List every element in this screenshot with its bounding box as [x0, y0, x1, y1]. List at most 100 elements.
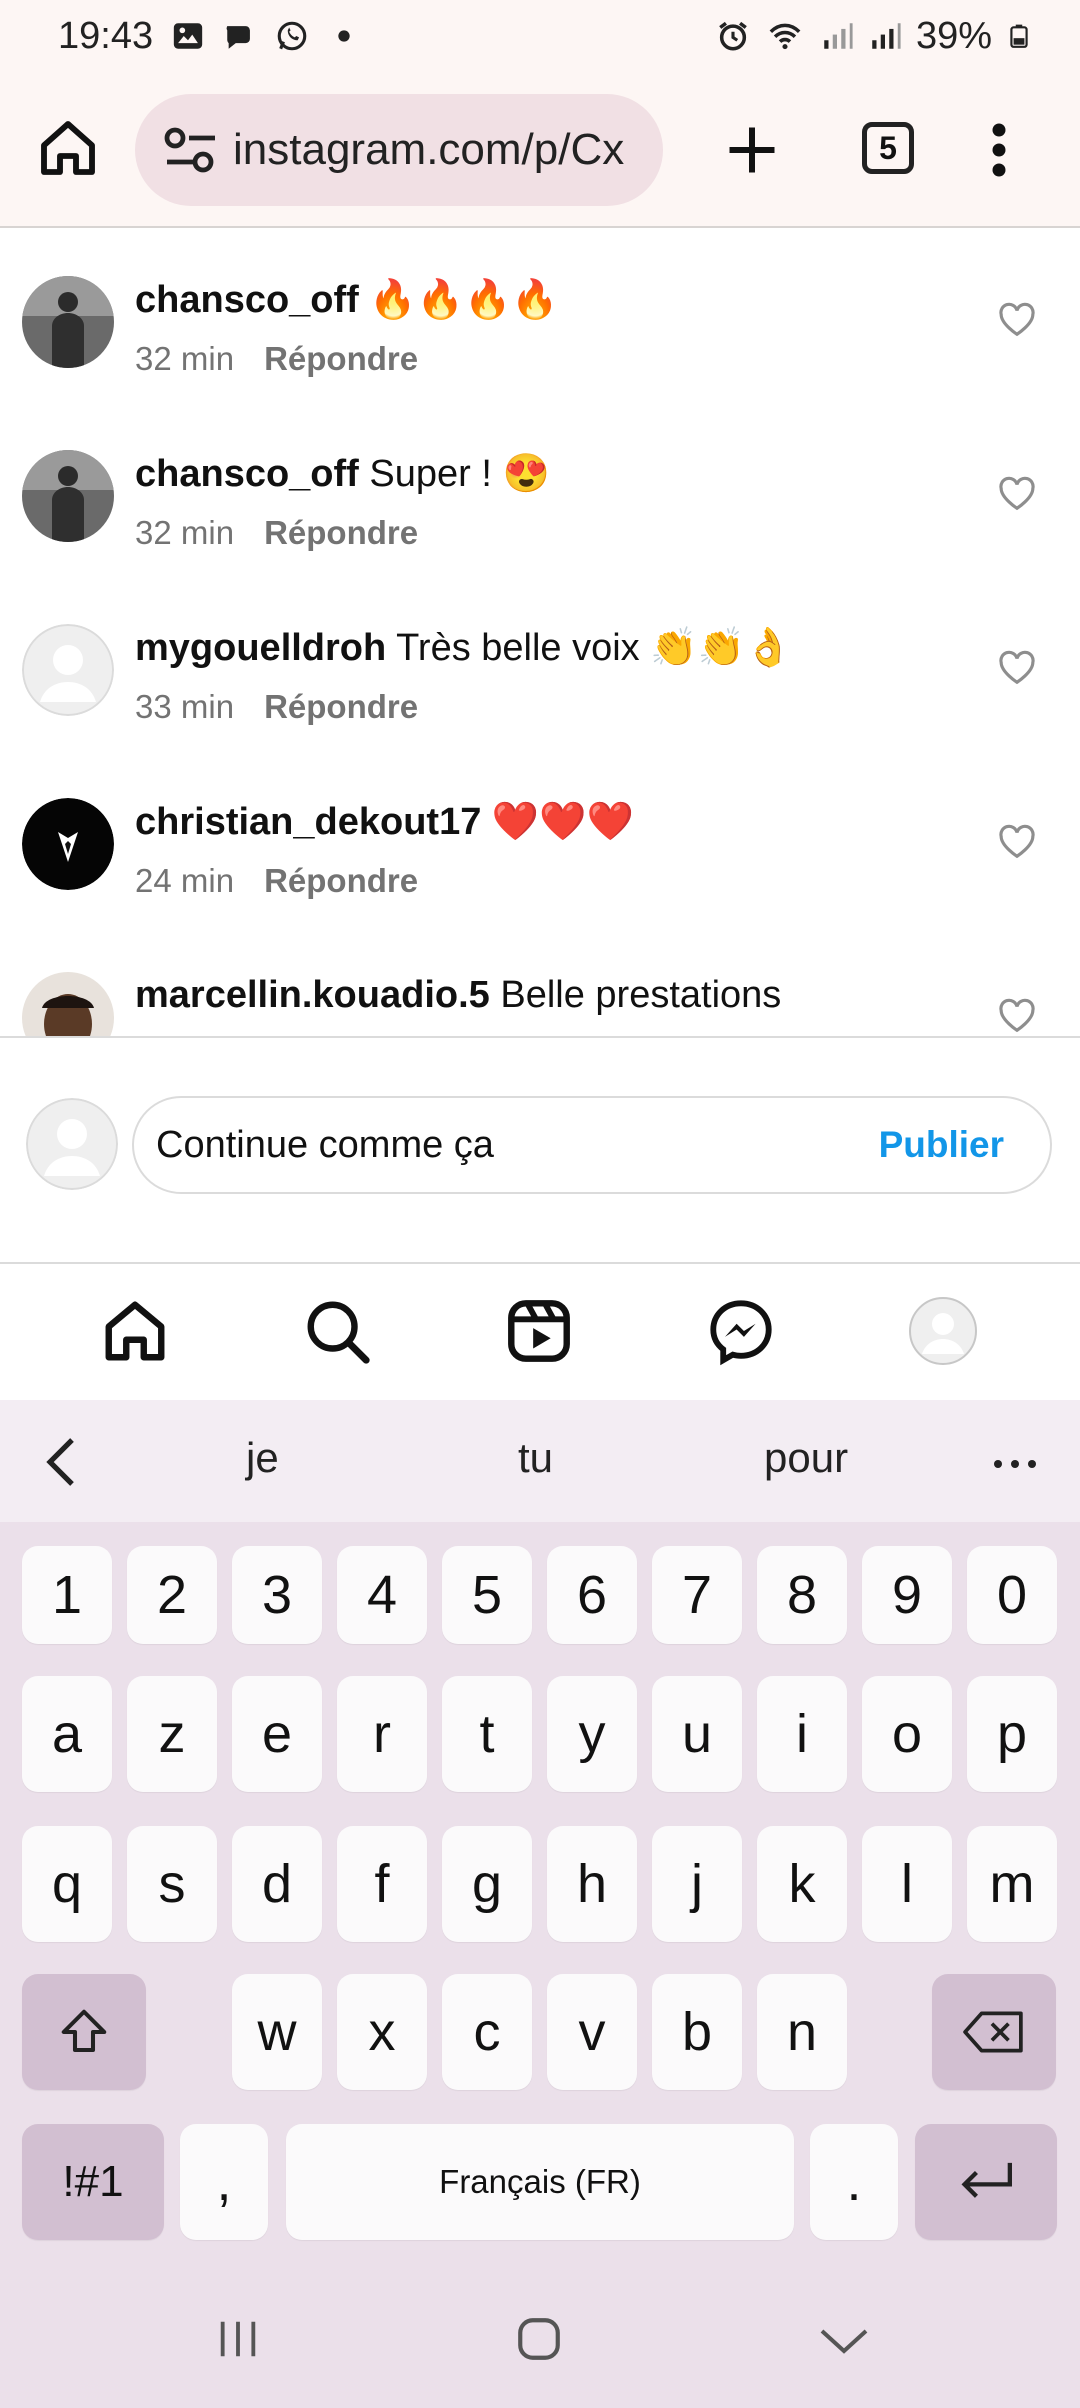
messenger-icon[interactable] — [706, 1296, 776, 1366]
search-icon[interactable] — [302, 1296, 372, 1366]
shift-key[interactable] — [22, 1974, 146, 2090]
backspace-key[interactable] — [932, 1974, 1056, 2090]
chat-icon — [226, 26, 251, 49]
more-options-icon[interactable] — [984, 120, 1014, 180]
comma-key[interactable]: , — [180, 2124, 268, 2240]
key-e[interactable]: e — [232, 1676, 322, 1792]
key-v[interactable]: v — [547, 1974, 637, 2090]
key-t[interactable]: t — [442, 1676, 532, 1792]
tab-count: 5 — [879, 129, 897, 166]
tab-switcher-button[interactable]: 5 — [862, 122, 914, 174]
key-4[interactable]: 4 — [337, 1546, 427, 1644]
comment-input-value[interactable]: Continue comme ça — [156, 1124, 494, 1167]
comment-text: 🔥🔥🔥🔥 — [369, 279, 559, 321]
profile-avatar[interactable] — [908, 1296, 978, 1366]
key-h[interactable]: h — [547, 1826, 637, 1942]
avatar[interactable] — [22, 450, 114, 542]
status-time: 19:43 — [58, 14, 154, 57]
reply-button[interactable]: Répondre — [264, 688, 418, 725]
key-8[interactable]: 8 — [757, 1546, 847, 1644]
key-x[interactable]: x — [337, 1974, 427, 2090]
comment-time: 33 min — [135, 688, 235, 725]
alarm-icon — [719, 21, 747, 51]
key-6[interactable]: 6 — [547, 1546, 637, 1644]
symbols-key[interactable]: !#1 — [22, 2124, 164, 2240]
comment-input[interactable]: Continue comme ça Publier — [132, 1096, 1052, 1194]
reply-button[interactable]: Répondre — [264, 340, 418, 377]
enter-key[interactable] — [915, 2124, 1057, 2240]
more-icon[interactable] — [992, 1458, 1038, 1470]
comment-username[interactable]: chansco_off — [135, 279, 359, 321]
battery-icon — [1010, 24, 1028, 48]
key-l[interactable]: l — [862, 1826, 952, 1942]
avatar[interactable] — [22, 798, 114, 890]
key-2[interactable]: 2 — [127, 1546, 217, 1644]
reels-icon[interactable] — [504, 1296, 574, 1366]
key-3[interactable]: 3 — [232, 1546, 322, 1644]
address-bar[interactable]: instagram.com/p/Cx — [135, 94, 663, 206]
key-n[interactable]: n — [757, 1974, 847, 2090]
key-9[interactable]: 9 — [862, 1546, 952, 1644]
key-g[interactable]: g — [442, 1826, 532, 1942]
key-o[interactable]: o — [862, 1676, 952, 1792]
key-r[interactable]: r — [337, 1676, 427, 1792]
suggestion[interactable]: je — [246, 1434, 279, 1482]
comment-time: 32 min — [135, 340, 235, 377]
key-q[interactable]: q — [22, 1826, 112, 1942]
comment-text: Très belle voix 👏👏👌 — [396, 627, 793, 669]
reply-button[interactable]: Répondre — [264, 862, 418, 899]
publish-button[interactable]: Publier — [879, 1124, 1004, 1166]
chevron-left-icon[interactable] — [42, 1436, 82, 1488]
period-key[interactable]: . — [810, 2124, 898, 2240]
space-key[interactable]: Français (FR) — [286, 2124, 794, 2240]
reply-button[interactable]: Répondre — [264, 514, 418, 551]
comment-composer: Continue comme ça Publier — [0, 1038, 1080, 1262]
avatar[interactable] — [22, 276, 114, 368]
key-m[interactable]: m — [967, 1826, 1057, 1942]
comment-username[interactable]: mygouelldroh — [135, 627, 386, 669]
avatar[interactable] — [22, 624, 114, 716]
key-a[interactable]: a — [22, 1676, 112, 1792]
comment-username[interactable]: marcellin.kouadio.5 — [135, 974, 490, 1016]
comment-item: marcellin.kouadio.5 Belle prestations — [0, 926, 1080, 1036]
key-u[interactable]: u — [652, 1676, 742, 1792]
browser-toolbar: instagram.com/p/Cx 5 — [0, 72, 1080, 228]
key-z[interactable]: z — [127, 1676, 217, 1792]
signal-icon — [824, 23, 853, 49]
key-k[interactable]: k — [757, 1826, 847, 1942]
key-d[interactable]: d — [232, 1826, 322, 1942]
key-j[interactable]: j — [652, 1826, 742, 1942]
key-p[interactable]: p — [967, 1676, 1057, 1792]
home-nav-icon[interactable] — [514, 2314, 564, 2364]
browser-home-icon[interactable] — [36, 116, 100, 180]
key-5[interactable]: 5 — [442, 1546, 532, 1644]
hide-keyboard-icon[interactable] — [818, 2324, 870, 2358]
wifi-icon — [769, 23, 801, 50]
key-s[interactable]: s — [127, 1826, 217, 1942]
like-heart-icon[interactable] — [998, 302, 1036, 338]
key-w[interactable]: w — [232, 1974, 322, 2090]
suggestion[interactable]: tu — [518, 1434, 553, 1482]
key-b[interactable]: b — [652, 1974, 742, 2090]
suggestion[interactable]: pour — [764, 1434, 848, 1482]
key-i[interactable]: i — [757, 1676, 847, 1792]
key-f[interactable]: f — [337, 1826, 427, 1942]
like-heart-icon[interactable] — [998, 476, 1036, 512]
home-icon[interactable] — [100, 1296, 170, 1366]
key-y[interactable]: y — [547, 1676, 637, 1792]
like-heart-icon[interactable] — [998, 824, 1036, 860]
comment-username[interactable]: christian_dekout17 — [135, 801, 481, 843]
key-0[interactable]: 0 — [967, 1546, 1057, 1644]
key-7[interactable]: 7 — [652, 1546, 742, 1644]
site-settings-icon[interactable] — [163, 125, 219, 175]
recents-icon[interactable] — [214, 2316, 262, 2362]
key-1[interactable]: 1 — [22, 1546, 112, 1644]
comment-item: mygouelldroh Très belle voix 👏👏👌 33 min R… — [0, 578, 1080, 752]
new-tab-icon[interactable] — [722, 120, 782, 180]
keyboard: je tu pour 1 2 3 4 5 6 7 8 9 0 a z e r t… — [0, 1400, 1080, 2408]
avatar[interactable] — [22, 972, 114, 1036]
like-heart-icon[interactable] — [998, 998, 1036, 1034]
comment-username[interactable]: chansco_off — [135, 453, 359, 495]
like-heart-icon[interactable] — [998, 650, 1036, 686]
key-c[interactable]: c — [442, 1974, 532, 2090]
